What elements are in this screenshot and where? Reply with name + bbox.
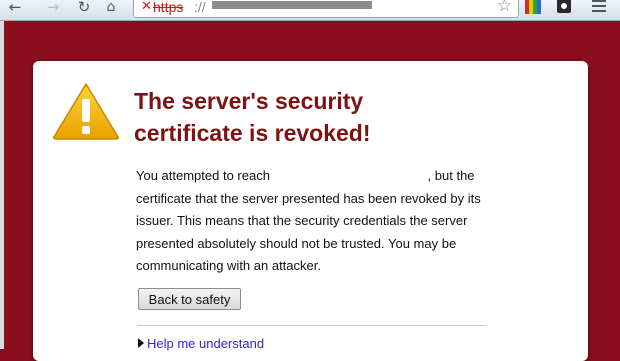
page-title: The server's security certificate is rev… [134,88,371,146]
home-icon[interactable]: ⌂ [102,0,120,15]
extension-icon[interactable] [525,0,541,14]
address-bar[interactable]: ✕ https :// ☆ [133,0,519,18]
puzzle-icon[interactable] [557,0,571,13]
browser-toolbar: ← → ↻ ⌂ ✕ https :// ☆ [0,0,620,21]
warning-icon [53,83,119,140]
reload-icon[interactable]: ↻ [75,0,93,15]
url-scheme: https [153,0,184,15]
star-icon[interactable]: ☆ [497,0,512,15]
broken-https-icon: ✕ [141,0,152,14]
message-text-before: You attempted to reach [136,168,274,183]
menu-icon[interactable] [592,0,606,12]
redacted-url [212,1,372,9]
forward-arrow-icon[interactable]: → [44,0,62,15]
back-arrow-icon[interactable]: ← [6,0,24,15]
divider [137,325,486,326]
warning-message: You attempted to reach , but the certifi… [136,165,496,278]
disclosure-triangle-icon [138,338,144,348]
help-me-understand-link[interactable]: Help me understand [138,336,264,352]
message-text-after: , but the certificate that the server pr… [136,168,481,273]
back-to-safety-button[interactable]: Back to safety [138,288,241,310]
url-separator: :// [194,0,206,15]
